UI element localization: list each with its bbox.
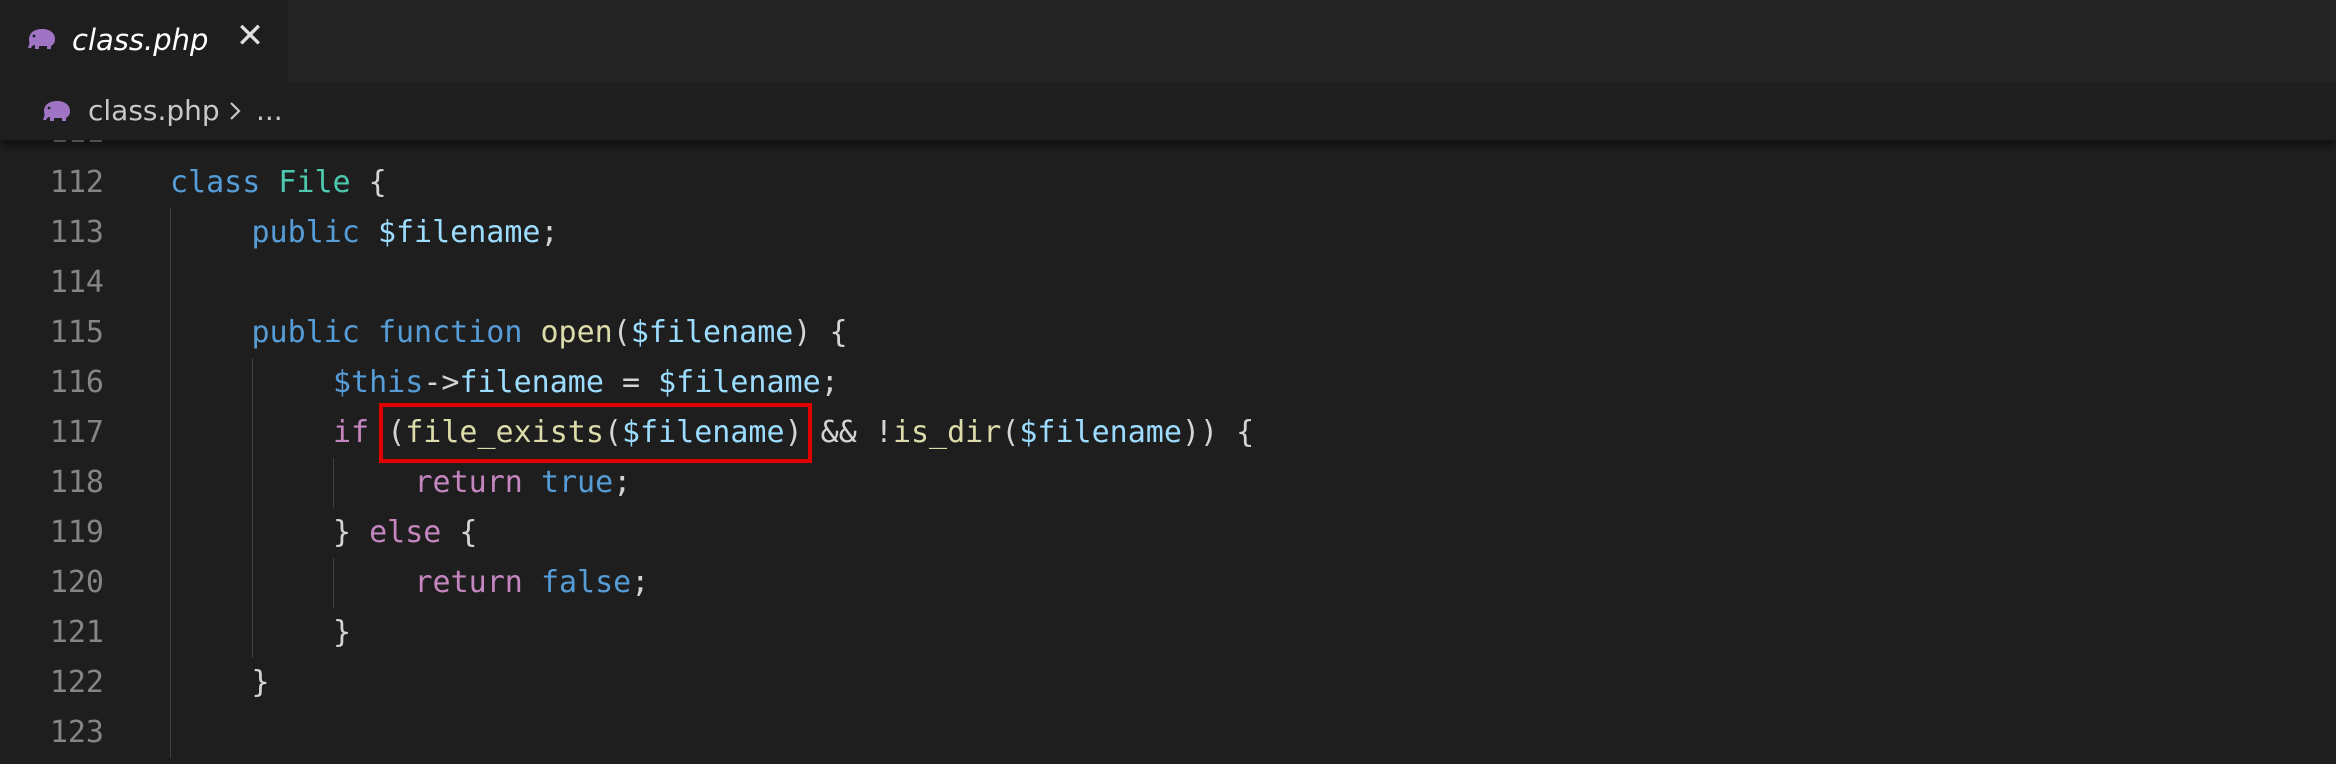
- breadcrumb: class.php ...: [0, 82, 2336, 140]
- code-token: }: [333, 515, 370, 550]
- line-number: 117: [49, 415, 104, 450]
- code-token: return: [414, 465, 523, 500]
- code-text[interactable]: } else {: [333, 508, 478, 558]
- code-token: ;: [631, 565, 650, 600]
- code-text[interactable]: class File {: [170, 158, 387, 208]
- line-number: 112: [49, 165, 104, 200]
- code-editor[interactable]: 111112class File {113public $filename;11…: [0, 140, 2336, 764]
- code-token: $filename: [658, 365, 821, 400]
- code-token: )) {: [1181, 415, 1255, 450]
- line-number: 119: [49, 515, 104, 550]
- indent-guide: [333, 558, 334, 608]
- line-number: 111: [0, 140, 104, 158]
- line-number: 123: [49, 715, 104, 750]
- chevron-right-icon: [230, 102, 241, 120]
- code-token: public: [251, 315, 360, 350]
- code-text[interactable]: public $filename;: [252, 208, 559, 258]
- code-line[interactable]: 115 public function open($filename) {: [0, 308, 2336, 358]
- code-token: $filename: [377, 215, 541, 250]
- code-token: ) {: [793, 315, 848, 350]
- code-token: ;: [820, 365, 839, 400]
- breadcrumb-ellipsis[interactable]: ...: [256, 91, 283, 131]
- line-number: 122: [49, 665, 104, 700]
- code-token: false: [540, 565, 632, 600]
- code-token: function: [377, 315, 523, 350]
- code-line[interactable]: 119} else {: [0, 508, 2336, 558]
- code-token: filename: [459, 365, 604, 400]
- line-number: 115: [49, 315, 104, 350]
- code-token: ;: [540, 215, 559, 250]
- line-number: 120: [49, 565, 104, 600]
- code-token: $filename: [630, 315, 794, 350]
- code-token: $this: [333, 365, 424, 400]
- code-text[interactable]: $this->filename = $filename;: [333, 358, 839, 408]
- code-token: (: [1001, 415, 1020, 450]
- code-token: && !: [802, 415, 893, 450]
- code-token: ->: [423, 365, 460, 400]
- code-text[interactable]: return false;: [415, 558, 650, 608]
- indent-guide: [170, 208, 171, 758]
- code-token: $filename: [1019, 415, 1182, 450]
- code-line[interactable]: 114: [0, 258, 2336, 308]
- code-text[interactable]: }: [252, 658, 270, 708]
- code-token: (: [612, 315, 631, 350]
- code-token: open: [540, 315, 613, 350]
- code-text[interactable]: }: [333, 608, 351, 658]
- code-text[interactable]: public function open($filename) {: [252, 308, 848, 358]
- code-token: return: [414, 565, 523, 600]
- code-line[interactable]: 117 if (file_exists($filename) && !is_dir…: [0, 408, 2336, 458]
- code-token: class: [170, 165, 261, 200]
- code-line[interactable]: 111: [0, 140, 2336, 158]
- code-token: File: [278, 165, 351, 200]
- code-token: {: [350, 165, 387, 200]
- code-line[interactable]: 113 public $filename;: [0, 208, 2336, 258]
- line-number: 114: [49, 265, 104, 300]
- code-token: }: [251, 665, 270, 700]
- code-token: public: [251, 215, 360, 250]
- code-line[interactable]: 123: [0, 708, 2336, 758]
- highlight-box: [379, 403, 812, 463]
- code-token: else: [369, 515, 442, 550]
- line-number: 116: [49, 365, 104, 400]
- code-line[interactable]: 120 return false;: [0, 558, 2336, 608]
- indent-guide: [333, 458, 334, 508]
- code-line[interactable]: 121}: [0, 608, 2336, 658]
- code-text[interactable]: return true;: [415, 458, 632, 508]
- line-number: 121: [49, 615, 104, 650]
- breadcrumb-file[interactable]: class.php: [88, 91, 220, 131]
- code-line[interactable]: 112 class File {: [0, 158, 2336, 208]
- code-line[interactable]: 122}: [0, 658, 2336, 708]
- line-number: 118: [49, 465, 104, 500]
- code-line[interactable]: 118 return true;: [0, 458, 2336, 508]
- tab-bar: class.php ✕: [0, 0, 2336, 82]
- php-elephant-icon: [43, 101, 70, 121]
- code-token: {: [441, 515, 478, 550]
- tab-class-php[interactable]: class.php ✕: [0, 0, 288, 82]
- close-icon[interactable]: ✕: [230, 16, 270, 56]
- code-token: is_dir: [892, 415, 1002, 450]
- line-number: 113: [49, 215, 104, 250]
- php-elephant-icon: [28, 29, 55, 49]
- code-token: true: [540, 465, 614, 500]
- code-token: }: [333, 615, 352, 650]
- indent-guide: [251, 358, 253, 658]
- tab-label: class.php: [72, 23, 209, 57]
- code-token: ;: [613, 465, 632, 500]
- code-line[interactable]: 116 $this->filename = $filename;: [0, 358, 2336, 408]
- code-token: if: [333, 415, 370, 450]
- code-token: =: [603, 365, 659, 400]
